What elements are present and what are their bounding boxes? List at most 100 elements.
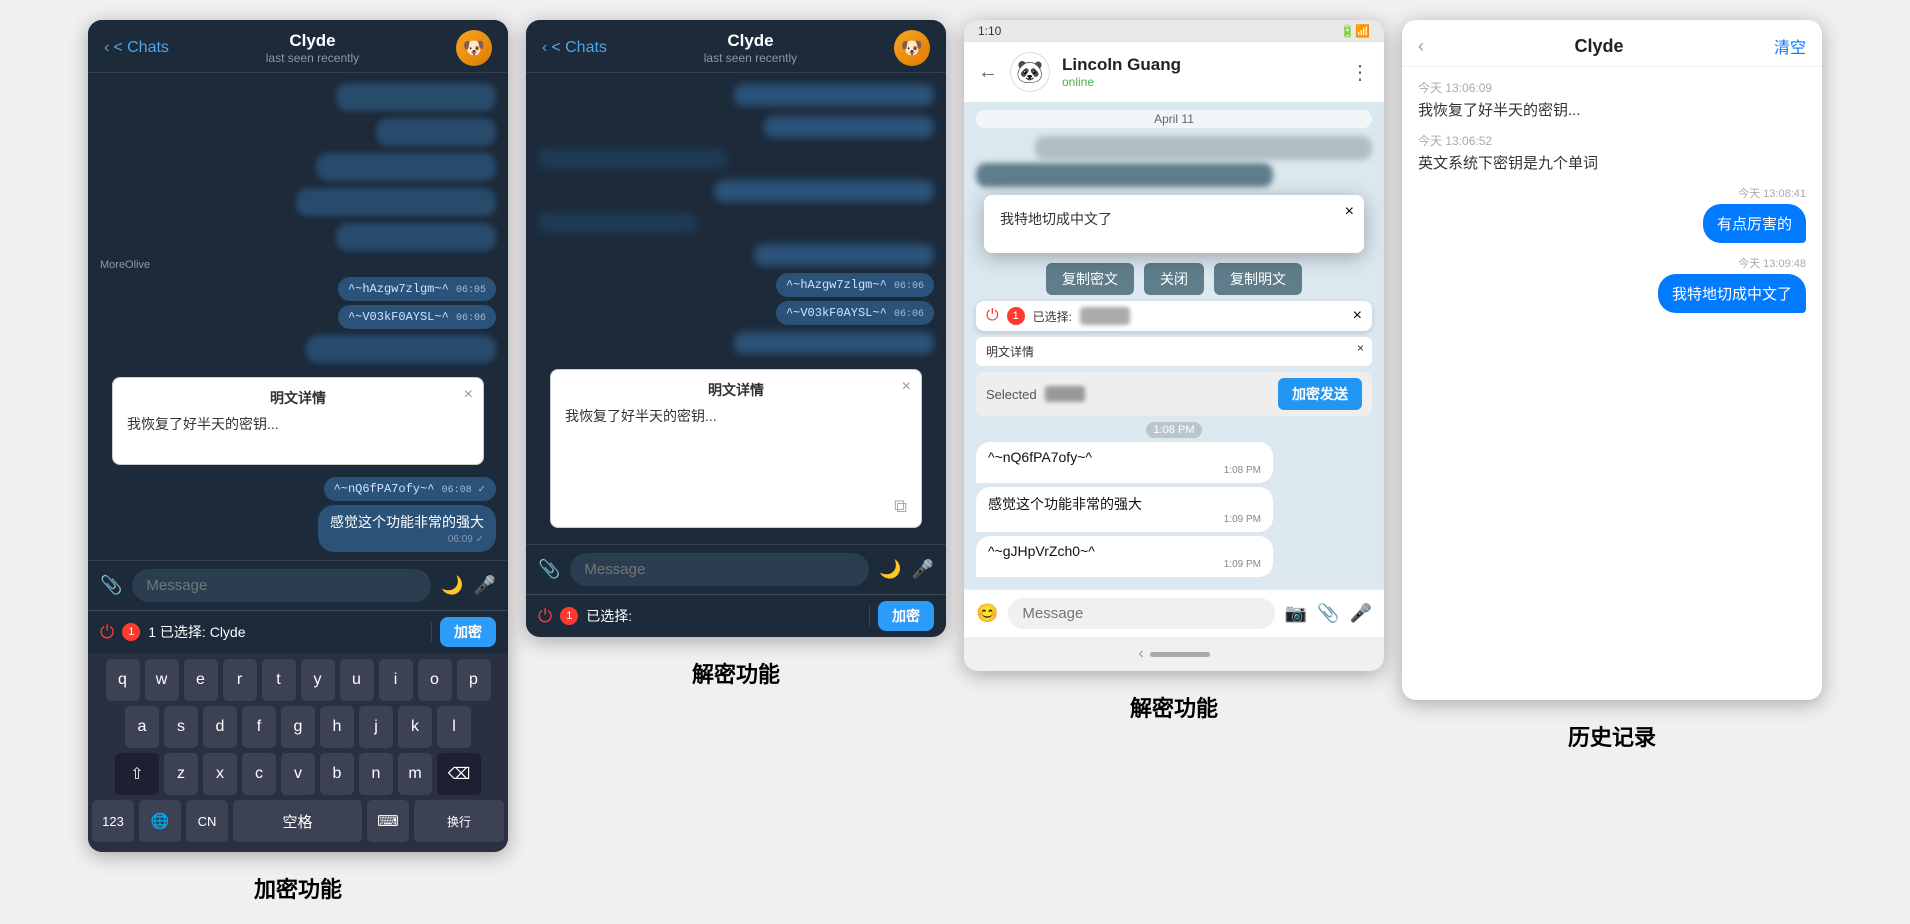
- msg-bubble-4: 我特地切成中文了: [1658, 274, 1806, 313]
- key-123[interactable]: 123: [92, 800, 134, 842]
- key-s[interactable]: s: [164, 706, 198, 748]
- enc-msg-s2-2[interactable]: ^~V03kF0AYSL~^ 06:06: [776, 301, 934, 325]
- encrypt-button[interactable]: 加密: [440, 617, 496, 647]
- key-k[interactable]: k: [398, 706, 432, 748]
- mic-icon-s3[interactable]: 🎤: [1350, 603, 1372, 624]
- key-z[interactable]: z: [164, 753, 198, 795]
- s1-input-bar: 📎 🌙 🎤: [88, 560, 508, 610]
- modal-close-button[interactable]: ×: [464, 386, 473, 404]
- chat-name: Clyde: [266, 31, 359, 51]
- s3-message-input[interactable]: [1008, 598, 1274, 629]
- key-o[interactable]: o: [418, 659, 452, 701]
- encrypted-msg-3[interactable]: ^~nQ6fPA7ofy~^ 06:08 ✓: [324, 477, 496, 501]
- keyboard: q w e r t y u i o p a s d f g h: [88, 653, 508, 852]
- key-delete[interactable]: ⌫: [437, 753, 481, 795]
- camera-icon[interactable]: 📷: [1285, 603, 1307, 624]
- key-w[interactable]: w: [145, 659, 179, 701]
- s3-contact-info: Lincoln Guang online: [1062, 55, 1181, 89]
- attach-icon-s3[interactable]: 📎: [1317, 603, 1339, 624]
- close-enc-icon[interactable]: ×: [1353, 307, 1362, 325]
- key-f[interactable]: f: [242, 706, 276, 748]
- plaintext-label: 明文详情: [986, 345, 1034, 359]
- key-y[interactable]: y: [301, 659, 335, 701]
- message-input-s2[interactable]: [570, 553, 869, 586]
- modal-content: 我恢复了好半天的密钥...: [127, 414, 469, 454]
- encrypted-msg-2[interactable]: ^~V03kF0AYSL~^ 06:06: [338, 305, 496, 329]
- key-d[interactable]: d: [203, 706, 237, 748]
- chevron-left-icon: ‹: [542, 39, 547, 57]
- key-return[interactable]: 换行: [414, 800, 504, 842]
- emoji-input-icon[interactable]: 😊: [976, 603, 998, 624]
- key-g[interactable]: g: [281, 706, 315, 748]
- close-popup-btn[interactable]: 关闭: [1144, 263, 1204, 295]
- key-b[interactable]: b: [320, 753, 354, 795]
- key-u[interactable]: u: [340, 659, 374, 701]
- back-arrow-icon[interactable]: ←: [978, 61, 998, 84]
- power-icon[interactable]: ⏻: [100, 622, 114, 643]
- blurred-msg: [336, 223, 496, 251]
- s4-clear-button[interactable]: 清空: [1774, 34, 1806, 58]
- key-cn[interactable]: CN: [186, 800, 228, 842]
- screen3-phone: 1:10 🔋📶 ← 🐼 Lincoln Guang online ⋮ April…: [964, 20, 1384, 671]
- mic-icon[interactable]: 🎤: [474, 575, 496, 596]
- s4-title: Clyde: [1574, 36, 1623, 57]
- key-i[interactable]: i: [379, 659, 413, 701]
- key-space[interactable]: 空格: [233, 800, 362, 842]
- power-icon-s3[interactable]: ⏻: [986, 307, 999, 325]
- history-msg-4: 今天 13:09:48 我特地切成中文了: [1418, 255, 1806, 313]
- s3-nav-bar: ‹: [964, 637, 1384, 671]
- selected-value: [1080, 307, 1130, 325]
- key-r[interactable]: r: [223, 659, 257, 701]
- copy-ciphertext-btn[interactable]: 复制密文: [1046, 263, 1134, 295]
- key-m[interactable]: m: [398, 753, 432, 795]
- plaintext-detail: 明文详情 ×: [976, 337, 1372, 366]
- key-h[interactable]: h: [320, 706, 354, 748]
- key-c[interactable]: c: [242, 753, 276, 795]
- contact-avatar-s2[interactable]: 🐶: [894, 30, 930, 66]
- key-x[interactable]: x: [203, 753, 237, 795]
- send-encrypt-btn[interactable]: 加密发送: [1278, 378, 1362, 410]
- popup-content: 我特地切成中文了: [1000, 209, 1348, 239]
- key-v[interactable]: v: [281, 753, 315, 795]
- key-n[interactable]: n: [359, 753, 393, 795]
- s2-back-button[interactable]: ‹ < Chats: [542, 39, 607, 57]
- key-p[interactable]: p: [457, 659, 491, 701]
- s1-back-button[interactable]: ‹ < Chats: [104, 39, 169, 57]
- close-detail-icon[interactable]: ×: [1357, 341, 1364, 355]
- key-j[interactable]: j: [359, 706, 393, 748]
- contact-avatar[interactable]: 🐶: [456, 30, 492, 66]
- mic-icon-s2[interactable]: 🎤: [912, 559, 934, 580]
- emoji-icon[interactable]: 🌙: [441, 575, 463, 596]
- encrypted-msg-1[interactable]: ^~hAzgw7zlgm~^ 06:05: [338, 277, 496, 301]
- key-q[interactable]: q: [106, 659, 140, 701]
- s4-back-button[interactable]: ‹: [1418, 36, 1424, 57]
- message-input[interactable]: [132, 569, 431, 602]
- more-options-icon[interactable]: ⋮: [1350, 60, 1370, 85]
- blurred-msgs-group: [100, 81, 496, 253]
- copy-icon[interactable]: ⧉: [565, 496, 907, 517]
- copy-plaintext-btn[interactable]: 复制明文: [1214, 263, 1302, 295]
- encrypt-bar-s1: ⏻ 1 1 已选择: Clyde 加密: [88, 610, 508, 653]
- contact-avatar-s3[interactable]: 🐼: [1010, 52, 1050, 92]
- key-shift[interactable]: ⇧: [115, 753, 159, 795]
- time-bubble: 1:08 PM: [1146, 422, 1203, 438]
- modal-close-button[interactable]: ×: [902, 378, 911, 396]
- key-keyboard[interactable]: ⌨: [367, 800, 409, 842]
- emoji-icon-s2[interactable]: 🌙: [879, 559, 901, 580]
- key-t[interactable]: t: [262, 659, 296, 701]
- nav-back-icon[interactable]: ‹: [1138, 645, 1143, 663]
- selected-text: Selected: [986, 387, 1037, 402]
- key-globe[interactable]: 🌐: [139, 800, 181, 842]
- key-a[interactable]: a: [125, 706, 159, 748]
- attach-icon-s2[interactable]: 📎: [538, 559, 560, 580]
- key-l[interactable]: l: [437, 706, 471, 748]
- close-icon[interactable]: ×: [1345, 203, 1354, 221]
- key-e[interactable]: e: [184, 659, 218, 701]
- msg-time-3: 今天 13:08:41: [1738, 185, 1806, 201]
- encrypt-button-s2[interactable]: 加密: [878, 601, 934, 631]
- attach-icon[interactable]: 📎: [100, 575, 122, 596]
- power-icon-s2[interactable]: ⏻: [538, 606, 552, 627]
- msg-text: ^~gJHpVrZch0~^: [988, 543, 1095, 559]
- chat-name: Clyde: [704, 31, 797, 51]
- enc-msg-s2-1[interactable]: ^~hAzgw7zlgm~^ 06:06: [776, 273, 934, 297]
